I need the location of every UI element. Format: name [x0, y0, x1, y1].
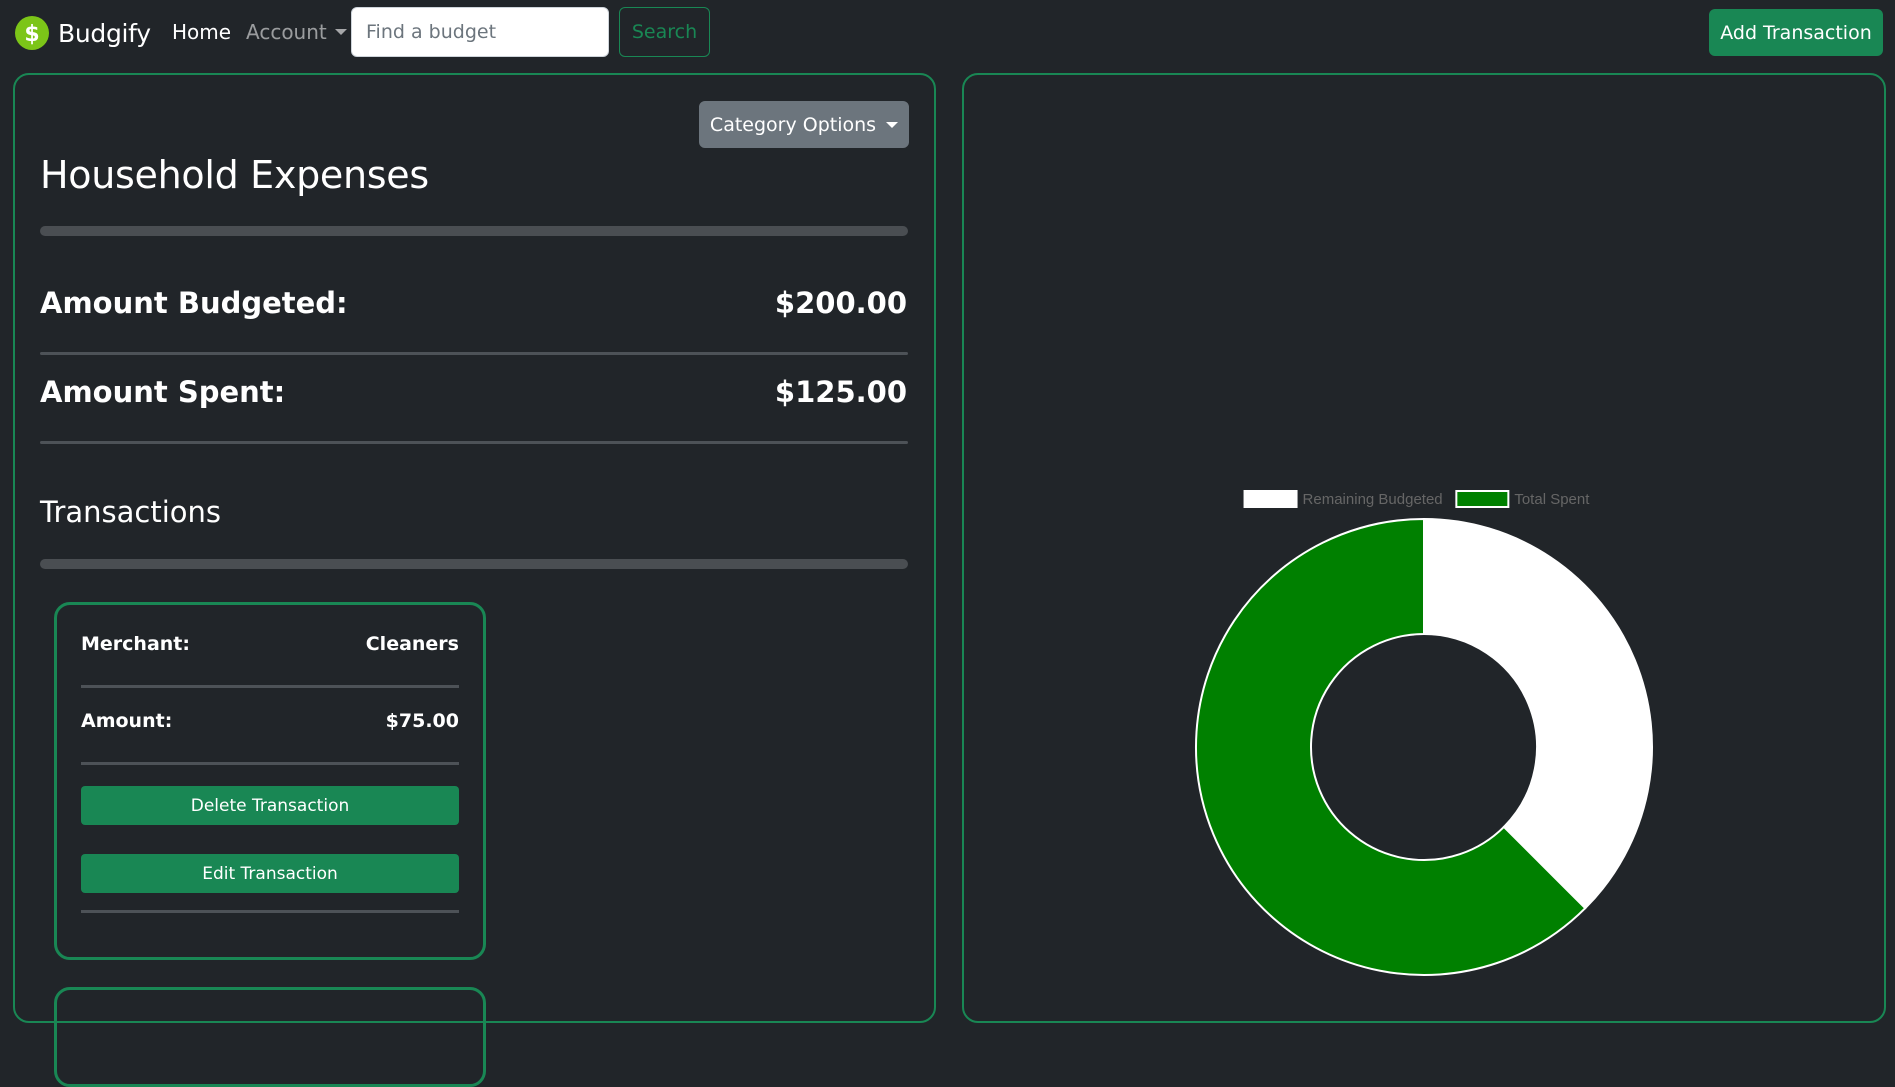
legend-label: Total Spent: [1514, 491, 1590, 508]
merchant-value: Cleaners: [365, 633, 459, 655]
divider: [40, 559, 908, 569]
legend-swatch: [1455, 490, 1510, 508]
dollar-icon: $: [15, 16, 49, 50]
chevron-down-icon: [334, 29, 347, 35]
budget-panel: Category Options Household Expenses Amou…: [13, 73, 936, 1087]
divider: [40, 226, 908, 236]
amount-value: $75.00: [385, 710, 459, 732]
category-options-button[interactable]: Category Options: [699, 101, 909, 148]
legend-label: Remaining Budgeted: [1303, 491, 1443, 508]
legend-item[interactable]: Total Spent: [1455, 490, 1590, 508]
search-button[interactable]: Search: [619, 7, 710, 57]
divider: [40, 441, 908, 444]
chart-panel: Remaining Budgeted Total Spent: [962, 73, 1886, 1023]
divider: [81, 685, 459, 688]
legend-item[interactable]: Remaining Budgeted: [1243, 490, 1443, 508]
divider: [81, 762, 459, 765]
search-input[interactable]: [351, 7, 609, 57]
chevron-down-icon: [886, 121, 899, 128]
brand[interactable]: $ Budgify: [14, 15, 151, 51]
amount-budgeted-label: Amount Budgeted:: [40, 286, 348, 320]
category-options-label: Category Options: [709, 113, 877, 136]
divider: [81, 910, 459, 913]
nav-account-label: Account: [246, 20, 327, 44]
add-transaction-button[interactable]: Add Transaction: [1709, 9, 1883, 56]
amount-label: Amount:: [81, 710, 173, 732]
edit-transaction-button[interactable]: Edit Transaction: [81, 854, 459, 893]
transactions-title: Transactions: [40, 495, 222, 529]
divider: [40, 352, 908, 355]
transaction-card: [54, 987, 486, 1087]
amount-budgeted-value: $200.00: [774, 286, 907, 320]
amount-spent-value: $125.00: [774, 375, 907, 409]
legend-swatch: [1243, 490, 1298, 508]
nav-account-dropdown[interactable]: Account: [246, 20, 347, 44]
navbar: $ Budgify Home Account Search Add Transa…: [0, 0, 1895, 66]
svg-text:$: $: [24, 22, 39, 47]
merchant-label: Merchant:: [81, 633, 190, 655]
budget-doughnut-chart: Remaining Budgeted Total Spent: [1195, 490, 1653, 976]
chart-slice-remaining-budgeted[interactable]: [1423, 517, 1653, 910]
delete-transaction-button[interactable]: Delete Transaction: [81, 786, 459, 825]
amount-spent-label: Amount Spent:: [40, 375, 286, 409]
brand-name: Budgify: [58, 18, 151, 48]
transaction-card: Merchant: Cleaners Amount: $75.00 Delete…: [54, 602, 486, 960]
nav-home-link[interactable]: Home: [172, 20, 231, 44]
page-title: Household Expenses: [40, 153, 429, 197]
